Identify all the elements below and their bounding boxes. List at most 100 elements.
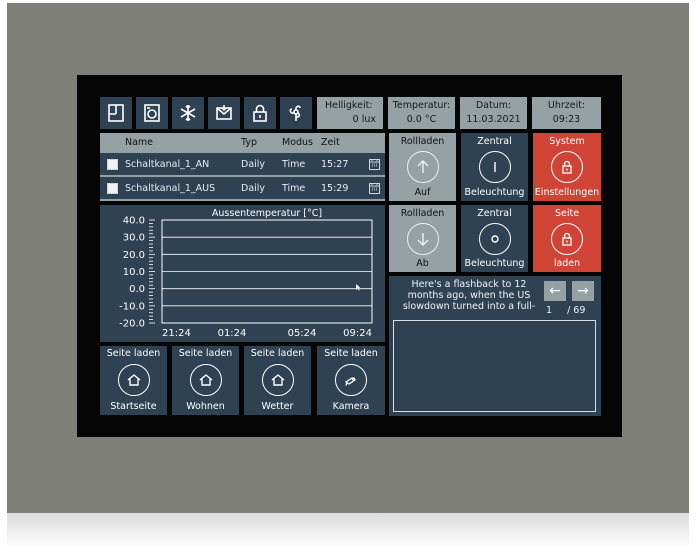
wetter-button[interactable]: Seite laden Wetter — [244, 346, 311, 415]
tile-bottom-label: Beleuchtung — [464, 187, 525, 198]
header-typ: Typ — [241, 137, 257, 148]
snowflake-button[interactable] — [172, 97, 204, 129]
seite-laden-button[interactable]: Seite laden — [533, 205, 601, 272]
row-typ: Daily — [241, 182, 266, 194]
tile-bottom-label: Einstellungen — [534, 187, 600, 198]
header-name: Name — [125, 137, 154, 148]
header-modus: Modus — [282, 137, 314, 148]
page-current: 1 — [546, 305, 553, 316]
row-name: Schaltkanal_1_AN — [125, 158, 210, 170]
row-name: Schaltkanal_1_AUS — [125, 182, 216, 194]
tile-bottom-label: Beleuchtung — [464, 258, 525, 269]
row-modus: Time — [282, 158, 306, 170]
y-tick-label: 30.0 — [123, 233, 145, 244]
uhrzeit-label: Uhrzeit: — [547, 100, 586, 111]
x-tick-label: 05:24 — [288, 328, 317, 339]
wohnen-button[interactable]: Seite laden Wohnen — [172, 346, 239, 415]
lock-icon — [551, 151, 583, 183]
message-text: Here's a flashback to 12 months ago, whe… — [402, 279, 536, 312]
uhrzeit-value: 09:23 — [552, 114, 581, 125]
tile-top-label: Rollladen — [400, 136, 445, 147]
home-icon — [189, 364, 222, 396]
floorplan-button[interactable] — [100, 97, 132, 129]
rollladen-ab-button[interactable]: Rollladen Ab — [389, 205, 456, 272]
lock-icon — [551, 222, 583, 255]
startseite-button[interactable]: Seite laden Startseite — [100, 346, 167, 415]
row-typ: Daily — [241, 158, 266, 170]
calendar-icon[interactable] — [369, 182, 380, 194]
tile-top-label: Zentral — [477, 208, 512, 219]
mail-button[interactable] — [208, 97, 240, 129]
schedule-table: Name Typ Modus Zeit Schaltkanal_1_AN Dai… — [100, 133, 385, 201]
temperature-chart: Aussentemperatur [°C] 40.0 30.0 20.0 10.0 0.0… — [119, 208, 373, 339]
message-panel: Here's a flashback to 12 months ago, whe… — [389, 276, 601, 416]
tile-bottom-label: Startseite — [110, 401, 157, 412]
arrow-down-icon — [406, 222, 439, 255]
datum-value: 11.03.2021 — [466, 114, 521, 125]
tile-bottom-label: Ab — [416, 258, 429, 269]
x-tick-label: 09:24 — [343, 328, 372, 339]
lock-button[interactable] — [244, 97, 276, 129]
y-tick-label: 0.0 — [129, 284, 145, 295]
calendar-icon[interactable] — [369, 158, 380, 170]
y-tick-label: 20.0 — [123, 250, 145, 261]
prev-message-button[interactable]: ← — [544, 281, 566, 301]
tile-top-label: Seite laden — [178, 348, 233, 359]
tile-top-label: Zentral — [477, 136, 512, 147]
home-icon — [261, 364, 294, 396]
power-off-icon — [478, 222, 511, 255]
fan-button[interactable] — [280, 97, 312, 129]
row-zeit: 15:27 — [321, 158, 349, 170]
temperatur-value: 0.0 °C — [406, 114, 437, 125]
device-shadow — [7, 513, 689, 549]
zentral-beleuchtung-off-button[interactable]: Zentral Beleuchtung — [461, 205, 528, 272]
temperatur-label: Temperatur: — [392, 100, 451, 111]
y-tick-label: -10.0 — [119, 301, 145, 312]
helligkeit-panel: Helligkeit: 0 lux — [317, 97, 383, 129]
tile-top-label: Seite — [554, 208, 580, 219]
tile-top-label: Rollladen — [400, 208, 445, 219]
table-row[interactable]: Schaltkanal_1_AN Daily Time 15:27 — [100, 153, 385, 175]
table-row[interactable]: Schaltkanal_1_AUS Daily Time 15:29 — [100, 177, 385, 199]
y-tick-label: -20.0 — [119, 319, 145, 330]
arrow-left-icon: ← — [549, 283, 561, 299]
washer-button[interactable] — [136, 97, 168, 129]
next-message-button[interactable]: → — [572, 281, 594, 301]
tile-top-label: System — [549, 136, 585, 147]
tile-bottom-label: Kamera — [332, 401, 370, 412]
home-icon — [117, 364, 150, 396]
tile-top-label: Seite laden — [106, 348, 161, 359]
washer-icon — [144, 104, 160, 122]
row-checkbox[interactable] — [107, 182, 118, 194]
kamera-button[interactable]: Seite laden Kamera — [317, 346, 385, 415]
system-einstellungen-button[interactable]: System Einstellungen — [533, 133, 601, 201]
x-tick-label: 21:24 — [162, 328, 191, 339]
page-total: / 69 — [567, 305, 586, 316]
pointer-cursor-icon — [356, 284, 361, 291]
rollladen-auf-button[interactable]: Rollladen Auf — [389, 133, 456, 201]
power-on-icon — [478, 151, 511, 183]
touch-screen: Helligkeit: 0 lux Temperatur: 0.0 °C Dat… — [77, 75, 622, 437]
fan-icon — [289, 105, 301, 121]
lock-icon — [253, 104, 267, 122]
zentral-beleuchtung-on-button[interactable]: Zentral Beleuchtung — [461, 133, 528, 201]
uhrzeit-panel: Uhrzeit: 09:23 — [532, 97, 601, 129]
tile-bottom-label: Wohnen — [186, 401, 225, 412]
chart-panel: Aussentemperatur [°C] 40.0 30.0 20.0 10.0 0.0… — [100, 205, 385, 342]
helligkeit-value: 0 lux — [352, 114, 376, 125]
floorplan-icon — [108, 104, 124, 122]
page-indicator: 1 / 69 — [546, 305, 585, 316]
header-zeit: Zeit — [321, 137, 340, 148]
mail-icon — [216, 105, 232, 120]
datum-panel: Datum: 11.03.2021 — [460, 97, 527, 129]
tile-bottom-label: Wetter — [261, 401, 294, 412]
tile-bottom-label: laden — [553, 258, 581, 269]
helligkeit-label: Helligkeit: — [325, 100, 373, 111]
arrow-right-icon: → — [577, 283, 589, 299]
row-modus: Time — [282, 182, 306, 194]
row-checkbox[interactable] — [107, 158, 118, 170]
y-tick-label: 40.0 — [123, 216, 145, 227]
x-tick-label: 01:24 — [218, 328, 247, 339]
row-zeit: 15:29 — [321, 182, 349, 194]
tile-top-label: Seite laden — [250, 348, 305, 359]
